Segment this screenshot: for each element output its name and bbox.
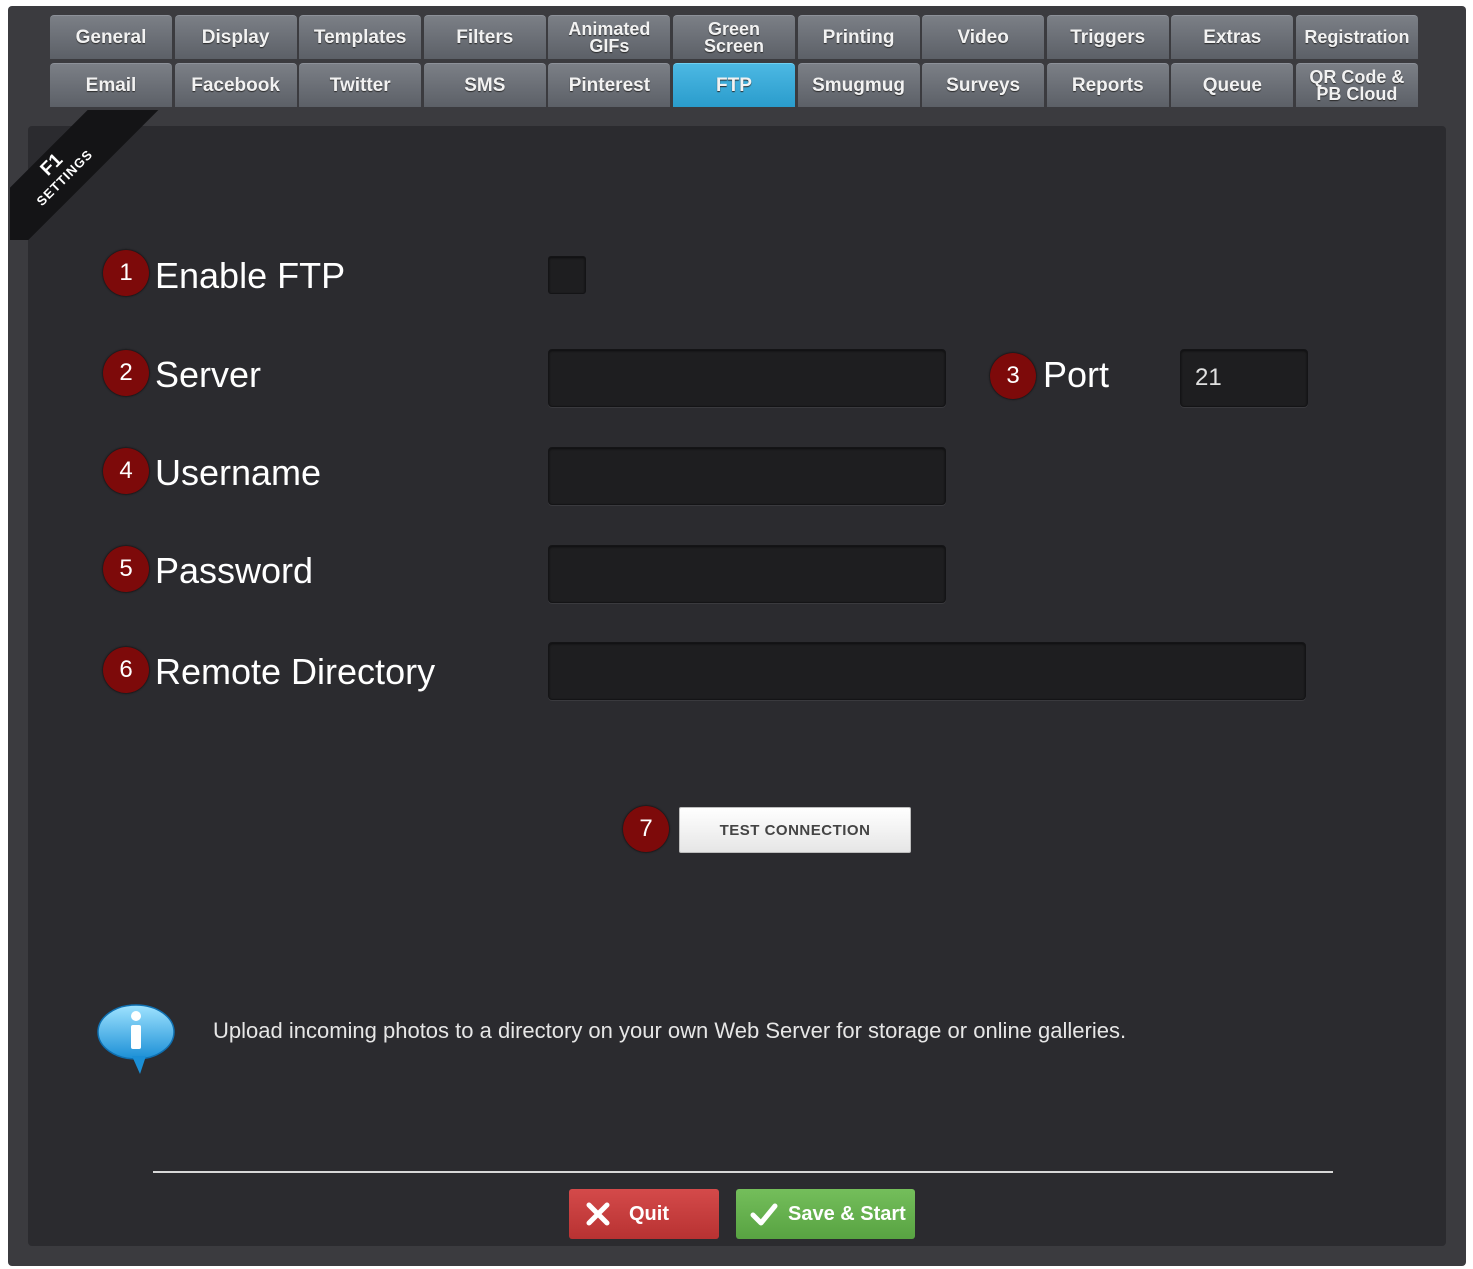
save-label: Save & Start xyxy=(788,1202,906,1225)
footer-divider xyxy=(153,1171,1333,1173)
tab-filters[interactable]: Filters xyxy=(423,15,546,59)
remote-directory-label: Remote Directory xyxy=(155,651,436,692)
server-label: Server xyxy=(155,354,262,395)
tab-display[interactable]: Display xyxy=(174,15,297,59)
quit-button[interactable]: Quit xyxy=(569,1189,719,1239)
step-badge-4: 4 xyxy=(103,448,149,494)
tab-queue[interactable]: Queue xyxy=(1171,63,1294,107)
tab-surveys[interactable]: Surveys xyxy=(922,63,1045,107)
username-input[interactable] xyxy=(548,447,946,505)
port-label: Port xyxy=(1043,354,1110,395)
step-badge-3: 3 xyxy=(990,353,1036,399)
tab-triggers[interactable]: Triggers xyxy=(1046,15,1169,59)
info-text: Upload incoming photos to a directory on… xyxy=(213,1018,1127,1043)
save-and-start-button[interactable]: Save & Start xyxy=(736,1189,915,1239)
tab-facebook[interactable]: Facebook xyxy=(174,63,297,107)
tab-smugmug[interactable]: Smugmug xyxy=(797,63,920,107)
tab-templates[interactable]: Templates xyxy=(299,15,422,59)
step-badge-7: 7 xyxy=(623,806,669,852)
close-icon xyxy=(585,1201,611,1227)
tab-general[interactable]: General xyxy=(50,15,172,59)
step-badge-6: 6 xyxy=(103,647,149,693)
step-badge-1: 1 xyxy=(103,250,149,296)
tab-twitter[interactable]: Twitter xyxy=(299,63,422,107)
test-connection-button[interactable]: TEST CONNECTION xyxy=(679,807,911,853)
step-badge-2: 2 xyxy=(103,350,149,396)
tab-sms[interactable]: SMS xyxy=(423,63,546,107)
tab-pinterest[interactable]: Pinterest xyxy=(548,63,671,107)
tab-qr-code-pb-cloud[interactable]: QR Code & PB Cloud xyxy=(1295,63,1418,107)
tab-bar-row-2: Email Facebook Twitter SMS Pinterest FTP… xyxy=(50,63,1420,107)
tab-video[interactable]: Video xyxy=(922,15,1045,59)
checkmark-icon xyxy=(750,1201,778,1227)
tab-printing[interactable]: Printing xyxy=(797,15,920,59)
enable-ftp-checkbox[interactable] xyxy=(548,256,586,294)
server-input[interactable] xyxy=(548,349,946,407)
enable-ftp-label: Enable FTP xyxy=(155,255,346,296)
tab-bar-row-1: General Display Templates Filters Animat… xyxy=(50,15,1420,59)
password-label: Password xyxy=(155,550,314,591)
tab-ftp[interactable]: FTP xyxy=(672,63,795,107)
info-icon xyxy=(96,1002,178,1076)
password-input[interactable] xyxy=(548,545,946,603)
tab-reports[interactable]: Reports xyxy=(1046,63,1169,107)
tab-green-screen[interactable]: Green Screen xyxy=(672,15,795,59)
settings-ribbon: F1 SETTINGS xyxy=(10,110,170,240)
tab-extras[interactable]: Extras xyxy=(1171,15,1294,59)
tab-animated-gifs[interactable]: Animated GIFs xyxy=(548,15,671,59)
remote-directory-input[interactable] xyxy=(548,642,1306,700)
quit-label: Quit xyxy=(629,1202,669,1225)
port-input[interactable] xyxy=(1180,349,1308,407)
username-label: Username xyxy=(155,452,322,493)
tab-email[interactable]: Email xyxy=(50,63,172,107)
step-badge-5: 5 xyxy=(103,546,149,592)
tab-registration[interactable]: Registration xyxy=(1295,15,1418,59)
